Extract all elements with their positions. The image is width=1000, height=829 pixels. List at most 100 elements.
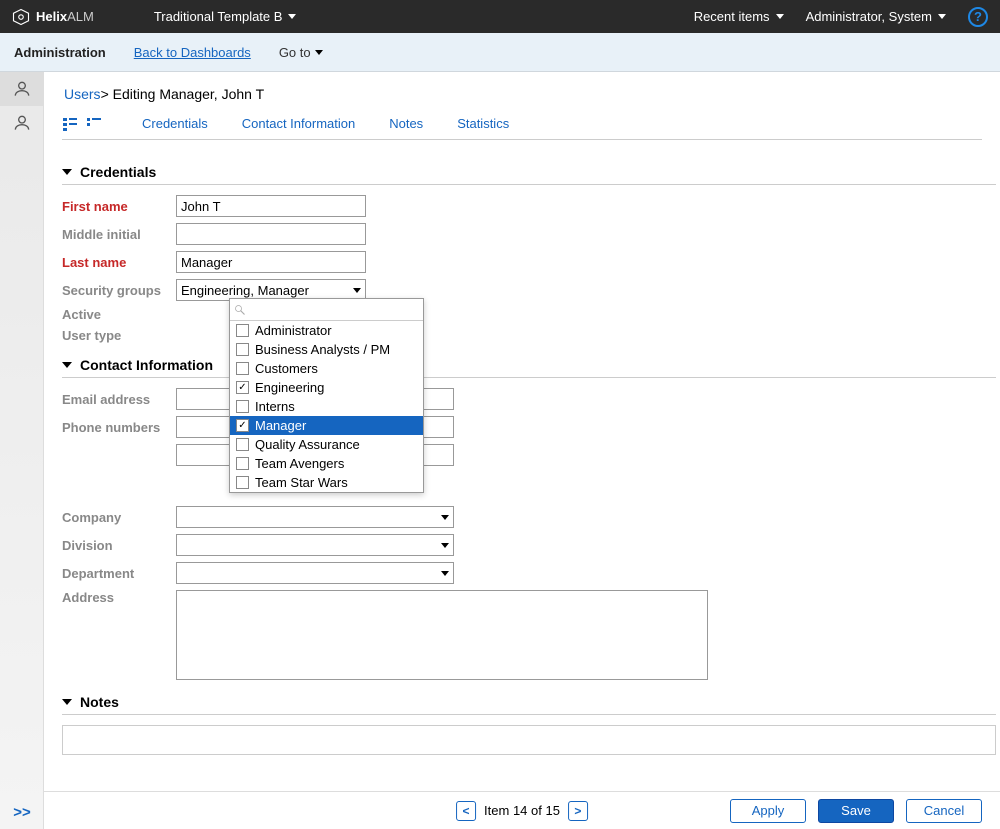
dropdown-option[interactable]: Team Star Wars [230,473,423,492]
app-logo: HelixALM [12,8,94,26]
chevron-down-icon [441,515,449,520]
label-security-groups: Security groups [62,283,176,298]
dropdown-option-label: Engineering [255,380,324,395]
checkbox-icon [236,476,249,489]
company-dropdown[interactable] [176,506,454,528]
checkbox-icon [236,324,249,337]
dropdown-option[interactable]: Customers [230,359,423,378]
notes-area[interactable] [62,725,996,755]
checkbox-icon [236,438,249,451]
last-name-field[interactable] [176,251,366,273]
chevron-down-icon [315,50,323,55]
collapse-icon [62,362,72,368]
tab-statistics[interactable]: Statistics [457,116,509,131]
breadcrumb-current: > Editing Manager, John T [101,86,265,102]
dropdown-option-label: Manager [255,418,306,433]
template-label: Traditional Template B [154,9,283,24]
checkbox-icon: ✓ [236,381,249,394]
content-area: Users> Editing Manager, John T Credentia… [44,72,1000,791]
middle-initial-field[interactable] [176,223,366,245]
rail-expand-icon[interactable]: >> [0,804,44,821]
chevron-down-icon [938,14,946,19]
help-icon[interactable]: ? [968,7,988,27]
goto-menu[interactable]: Go to [279,45,323,60]
recent-items-label: Recent items [694,9,770,24]
dropdown-option[interactable]: Administrator [230,321,423,340]
chevron-down-icon [776,14,784,19]
security-groups-panel: Administrator Business Analysts / PM Custo… [229,298,424,493]
brand-post: ALM [67,9,94,24]
dropdown-option[interactable]: Business Analysts / PM [230,340,423,359]
section-contact-information[interactable]: Contact Information [62,357,996,378]
chevron-down-icon [441,543,449,548]
top-bar: HelixALM Traditional Template B Recent i… [0,0,1000,33]
dropdown-option-label: Quality Assurance [255,437,360,452]
tab-credentials[interactable]: Credentials [142,116,208,131]
tab-notes[interactable]: Notes [389,116,423,131]
sub-bar: Administration Back to Dashboards Go to [0,33,1000,72]
template-selector[interactable]: Traditional Template B [154,9,297,24]
label-active: Active [62,307,176,322]
label-address: Address [62,590,176,605]
section-notes[interactable]: Notes [62,694,996,715]
tab-contact-information[interactable]: Contact Information [242,116,355,131]
collapse-icon [62,699,72,705]
dropdown-option[interactable]: ✓ Engineering [230,378,423,397]
brand-pre: Helix [36,9,67,24]
dropdown-option[interactable]: Quality Assurance [230,435,423,454]
collapse-icon [62,169,72,175]
back-to-dashboards-link[interactable]: Back to Dashboards [134,45,251,60]
pager-prev-button[interactable]: < [456,801,476,821]
dropdown-option[interactable]: ✓ Manager [230,416,423,435]
collapse-all-icon[interactable] [86,117,102,131]
checkbox-icon [236,362,249,375]
department-dropdown[interactable] [176,562,454,584]
label-middle-initial: Middle initial [62,227,176,242]
helix-icon [12,8,30,26]
section-credentials[interactable]: Credentials [62,164,996,185]
chevron-down-icon [288,14,296,19]
label-last-name: Last name [62,255,176,270]
chevron-down-icon [441,571,449,576]
breadcrumb: Users> Editing Manager, John T [64,86,982,102]
user-name-label: Administrator, System [806,9,932,24]
dropdown-option-label: Interns [255,399,295,414]
rail-users-icon[interactable] [0,72,44,106]
pager: < Item 14 of 15 > [456,801,588,821]
dropdown-option-label: Team Avengers [255,456,344,471]
breadcrumb-users-link[interactable]: Users [64,86,101,102]
dropdown-search[interactable] [230,299,423,321]
cancel-button[interactable]: Cancel [906,799,982,823]
label-first-name: First name [62,199,176,214]
label-division: Division [62,538,176,553]
tab-row: Credentials Contact Information Notes St… [62,116,982,140]
dropdown-option-label: Customers [255,361,318,376]
search-icon [234,304,246,316]
checkbox-icon [236,400,249,413]
expand-all-icon[interactable] [62,117,78,131]
dropdown-option[interactable]: Team Avengers [230,454,423,473]
admin-label: Administration [14,45,106,60]
address-field[interactable] [176,590,708,680]
apply-button[interactable]: Apply [730,799,806,823]
label-user-type: User type [62,328,176,343]
user-menu[interactable]: Administrator, System [806,9,946,24]
dropdown-option[interactable]: Interns [230,397,423,416]
chevron-down-icon [353,288,361,293]
division-dropdown[interactable] [176,534,454,556]
form-scroll-area[interactable]: Credentials First name Middle initial La… [62,150,996,791]
save-button[interactable]: Save [818,799,894,823]
checkbox-icon: ✓ [236,419,249,432]
checkbox-icon [236,343,249,356]
first-name-field[interactable] [176,195,366,217]
footer-bar: < Item 14 of 15 > Apply Save Cancel [44,791,1000,829]
recent-items-menu[interactable]: Recent items [694,9,784,24]
checkbox-icon [236,457,249,470]
rail-user-icon[interactable] [0,106,44,140]
pager-next-button[interactable]: > [568,801,588,821]
label-email: Email address [62,392,176,407]
dropdown-option-label: Team Star Wars [255,475,348,490]
dropdown-option-label: Administrator [255,323,332,338]
pager-label: Item 14 of 15 [484,803,560,818]
label-department: Department [62,566,176,581]
